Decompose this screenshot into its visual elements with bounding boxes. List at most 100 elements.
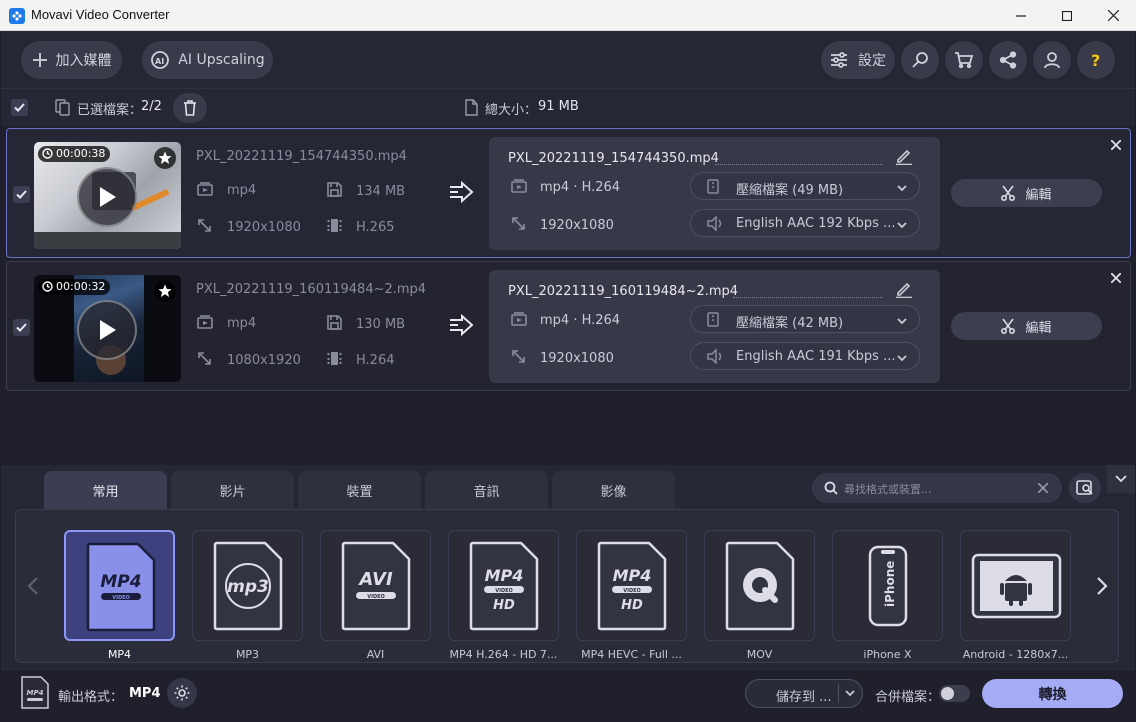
convert-arrow-icon	[450, 181, 474, 203]
convert-button[interactable]: 轉換	[982, 679, 1123, 708]
video-format-icon	[197, 182, 213, 196]
duration-badge: 00:00:32	[38, 279, 111, 295]
video-thumbnail[interactable]: 00:00:32	[34, 275, 181, 382]
source-resolution-meta: 1080x1920	[197, 351, 301, 368]
star-icon	[158, 151, 172, 164]
file-checkbox[interactable]	[13, 186, 30, 203]
format-tile-mp3[interactable]: mp3	[192, 530, 303, 641]
format-search-box[interactable]: 尋找格式或裝置...	[812, 473, 1062, 503]
format-tile-mp4[interactable]: MP4 VIDEO	[64, 530, 175, 641]
collapse-panel-button[interactable]	[1107, 465, 1135, 493]
scroll-left-icon[interactable]	[27, 576, 39, 596]
format-tile-android[interactable]	[960, 530, 1071, 641]
chevron-down-icon	[1115, 475, 1127, 483]
source-format-meta: mp4	[197, 182, 256, 198]
play-button[interactable]	[77, 167, 137, 227]
speaker-icon	[707, 348, 722, 365]
edit-button[interactable]: 編輯	[951, 312, 1102, 340]
select-all-checkbox[interactable]	[11, 99, 28, 116]
zip-file-icon	[707, 179, 719, 194]
remove-file-button[interactable]	[1110, 135, 1125, 151]
format-tile-mp4-hevc[interactable]: MP4 VIDEO HD	[576, 530, 687, 641]
format-tile-mp4-h264-hd[interactable]: MP4 VIDEO HD	[448, 530, 559, 641]
file-row[interactable]: 00:00:38 PXL_20221119_154744350.mp4 mp4 …	[6, 128, 1131, 258]
source-codec-meta: H.265	[327, 218, 395, 235]
compression-dropdown[interactable]: 壓縮檔案 (42 MB)	[690, 305, 920, 333]
help-button[interactable]: ?	[1077, 41, 1115, 79]
clear-search-icon[interactable]	[1038, 483, 1048, 493]
plus-icon	[32, 53, 47, 67]
file-row[interactable]: 00:00:32 PXL_20221119_160119484~2.mp4 mp…	[6, 261, 1131, 391]
output-format-mp4-icon[interactable]: MP4	[20, 676, 50, 710]
format-tile-iphone-x[interactable]: iPhone	[832, 530, 943, 641]
android-tablet-icon	[971, 553, 1062, 619]
maximize-button[interactable]	[1044, 0, 1090, 31]
video-format-icon	[511, 312, 527, 326]
account-button[interactable]	[1033, 41, 1071, 79]
compression-value: 壓縮檔案 (49 MB)	[736, 183, 844, 198]
format-tile-label: Android - 1280x7...	[962, 648, 1069, 661]
share-button[interactable]	[989, 41, 1027, 79]
compression-dropdown[interactable]: 壓縮檔案 (49 MB)	[690, 172, 920, 200]
scissors-icon	[1001, 185, 1016, 201]
total-size-value: 91 MB	[538, 99, 579, 114]
output-settings-button[interactable]	[167, 678, 197, 708]
check-icon	[16, 190, 27, 199]
search-button[interactable]	[901, 41, 939, 79]
svg-text:?: ?	[1091, 51, 1100, 69]
remove-file-button[interactable]	[1110, 268, 1125, 284]
title-bar: Movavi Video Converter	[0, 0, 1136, 31]
file-checkbox[interactable]	[13, 319, 30, 336]
source-size-meta: 134 MB	[327, 182, 405, 199]
ai-upscaling-button[interactable]: AI AI Upscaling	[142, 41, 273, 79]
format-finder-button[interactable]	[1069, 473, 1101, 503]
tab-popular[interactable]: 常用	[44, 471, 167, 509]
user-icon	[1044, 52, 1060, 69]
video-thumbnail[interactable]: 00:00:38	[34, 142, 181, 249]
tab-devices[interactable]: 裝置	[298, 471, 421, 509]
save-to-dropdown[interactable]: 儲存到 ...	[745, 679, 863, 708]
svg-text:MP4: MP4	[613, 566, 652, 585]
merge-files-toggle[interactable]	[939, 685, 970, 702]
rename-pencil-icon[interactable]	[895, 280, 913, 298]
duration-badge: 00:00:38	[38, 146, 111, 162]
clock-icon	[42, 281, 53, 292]
app-logo-icon	[9, 8, 25, 24]
output-format-label: 輸出格式：	[58, 690, 124, 705]
source-size: 130 MB	[356, 317, 406, 332]
scroll-right-icon[interactable]	[1096, 576, 1108, 596]
source-size: 134 MB	[356, 184, 406, 199]
store-button[interactable]	[945, 41, 983, 79]
output-format: mp4 · H.264	[540, 313, 621, 328]
output-format-meta: mp4 · H.264	[511, 179, 620, 195]
favorite-button[interactable]	[154, 147, 176, 169]
minimize-button[interactable]	[998, 0, 1044, 31]
source-resolution: 1080x1920	[227, 353, 301, 368]
search-icon	[824, 481, 838, 495]
close-window-button[interactable]	[1090, 0, 1136, 31]
format-tile-label: MOV	[746, 648, 773, 661]
audio-track-dropdown[interactable]: English AAC 192 Kbps ...	[690, 209, 920, 237]
tab-video[interactable]: 影片	[171, 471, 294, 509]
format-tile-label: MP3	[235, 648, 260, 661]
format-panel: 常用 影片 裝置 音訊 影像 尋找格式或裝置... MP4 VIDEO MP4 m	[1, 465, 1135, 722]
star-icon	[158, 284, 172, 297]
edit-button[interactable]: 編輯	[951, 179, 1102, 207]
thumbnail-shape	[34, 232, 181, 249]
settings-button[interactable]: 設定	[821, 41, 895, 79]
codec-film-icon	[327, 352, 342, 365]
window-title: Movavi Video Converter	[31, 7, 170, 22]
add-media-button[interactable]: 加入媒體	[21, 41, 122, 79]
delete-selected-button[interactable]	[173, 93, 207, 123]
favorite-button[interactable]	[154, 280, 176, 302]
audio-track-dropdown[interactable]: English AAC 191 Kbps ...	[690, 342, 920, 370]
play-button[interactable]	[77, 300, 137, 360]
source-file-name: PXL_20221119_160119484~2.mp4	[196, 282, 427, 297]
source-format-meta: mp4	[197, 315, 256, 331]
avi-file-icon: AVI VIDEO	[341, 541, 411, 631]
format-tile-mov[interactable]	[704, 530, 815, 641]
rename-pencil-icon[interactable]	[895, 147, 913, 165]
format-tile-avi[interactable]: AVI VIDEO	[320, 530, 431, 641]
tab-audio[interactable]: 音訊	[425, 471, 548, 509]
tab-images[interactable]: 影像	[552, 471, 675, 509]
